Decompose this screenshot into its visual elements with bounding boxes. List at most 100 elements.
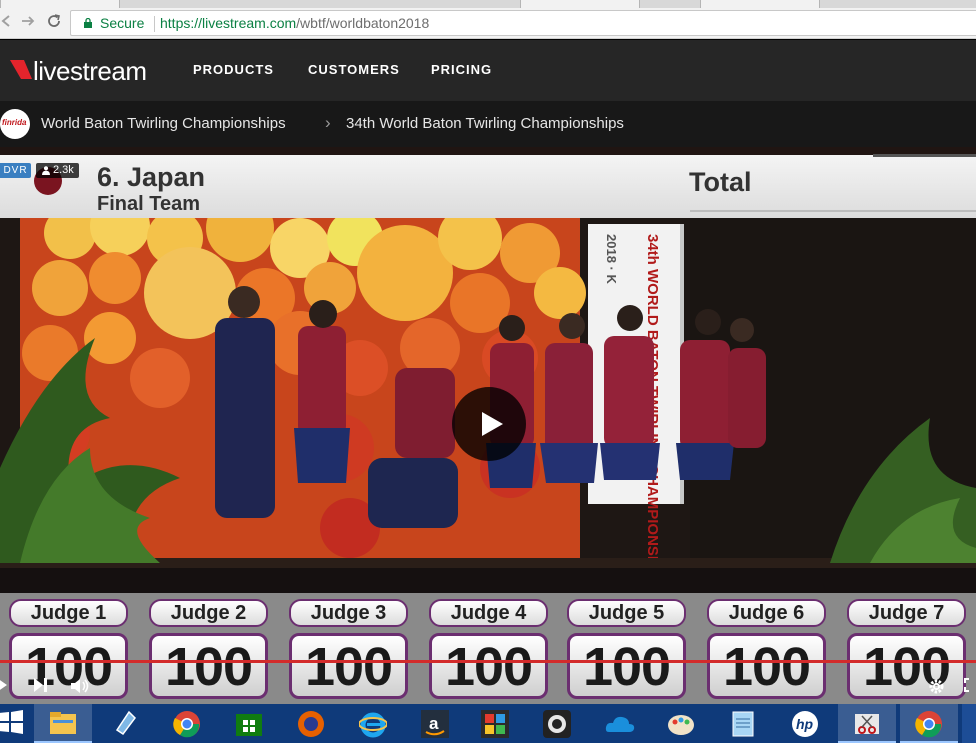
taskbar-paint[interactable] — [652, 704, 710, 743]
dvr-badge: DVR — [0, 163, 31, 178]
judge-label: Judge 5 — [567, 599, 686, 627]
settings-gear-icon[interactable] — [928, 678, 945, 695]
taskbar-overflow[interactable] — [962, 704, 976, 743]
omnibox-divider — [154, 16, 155, 32]
team-name: 6. Japan — [97, 162, 206, 192]
judge-scores-panel: Judge 1 100 Judge 2 100 Judge 3 100 Judg… — [0, 593, 976, 704]
volume-icon[interactable] — [71, 678, 91, 694]
internet-explorer-icon — [359, 712, 387, 738]
taskbar-camera-app[interactable] — [528, 704, 586, 743]
forward-button[interactable] — [17, 12, 39, 34]
person-icon — [42, 166, 50, 175]
video-player[interactable]: 6. Japan Final Team Total DVR 2.3k 34th … — [0, 147, 976, 704]
browser-tab[interactable] — [520, 0, 640, 8]
judge-score: 100 — [567, 633, 686, 699]
store-icon — [236, 714, 262, 736]
snipping-tool-icon — [855, 714, 879, 734]
taskbar-notepad[interactable] — [714, 704, 772, 743]
url-path: /wbtf/worldbaton2018 — [296, 15, 430, 31]
paint-icon — [668, 715, 694, 735]
windows-taskbar: a hp — [0, 704, 976, 743]
judge-score: 100 — [149, 633, 268, 699]
video-progress-bar[interactable] — [0, 660, 976, 663]
nav-customers[interactable]: CUSTOMERS — [308, 62, 400, 77]
hp-icon: hp — [792, 711, 818, 737]
total-underline — [690, 210, 976, 212]
judge-score: 100 — [289, 633, 408, 699]
browser-tab[interactable] — [0, 0, 120, 8]
chrome-active-icon — [915, 711, 942, 738]
fullscreen-icon[interactable] — [964, 678, 976, 692]
judge-score: 100 — [429, 633, 548, 699]
nav-pricing[interactable]: PRICING — [431, 62, 492, 77]
app-store-icon — [115, 710, 136, 736]
puzzle-app-icon — [481, 710, 509, 738]
account-avatar[interactable]: finrida — [0, 109, 30, 139]
chrome-icon — [173, 711, 200, 738]
livestream-logo-mark-icon — [10, 60, 32, 79]
reload-button[interactable] — [43, 12, 65, 34]
back-button[interactable] — [0, 12, 18, 34]
onedrive-icon — [605, 716, 635, 732]
file-explorer-icon — [50, 712, 76, 734]
taskbar-onedrive[interactable] — [590, 704, 648, 743]
play-icon — [482, 412, 503, 436]
viewer-count-badge: 2.3k — [36, 163, 79, 178]
taskbar-chrome[interactable] — [158, 704, 216, 743]
skip-forward-icon[interactable] — [34, 678, 48, 692]
banner-side-text: 2018 · K — [604, 234, 619, 284]
breadcrumb-event[interactable]: 34th World Baton Twirling Championships — [346, 115, 624, 132]
taskbar-puzzle-app[interactable] — [466, 704, 524, 743]
judge-score: 100 — [847, 633, 966, 699]
breadcrumb-account[interactable]: World Baton Twirling Championships — [41, 115, 286, 132]
svg-text:hp: hp — [796, 716, 814, 732]
back-arrow-icon — [1, 15, 10, 27]
avatar-text: finrida — [2, 118, 27, 127]
address-bar: Secure https://livestream.com/wbtf/world… — [0, 8, 976, 39]
judge-label: Judge 2 — [149, 599, 268, 627]
breadcrumb: finrida World Baton Twirling Championshi… — [0, 101, 976, 147]
play-small-icon[interactable] — [0, 678, 7, 692]
site-header: livestream PRODUCTS CUSTOMERS PRICING — [0, 40, 976, 101]
start-icon — [0, 710, 23, 734]
viewer-count: 2.3k — [53, 164, 74, 176]
graphic-edge — [873, 154, 976, 157]
browser-tab[interactable] — [700, 0, 820, 8]
nav-products[interactable]: PRODUCTS — [193, 62, 274, 77]
taskbar-hp[interactable]: hp — [776, 704, 834, 743]
camera-app-icon — [543, 710, 571, 738]
taskbar-snipping-tool[interactable] — [838, 704, 896, 743]
notepad-icon — [732, 711, 754, 737]
judge-label: Judge 6 — [707, 599, 826, 627]
taskbar-internet-explorer[interactable] — [344, 704, 402, 743]
taskbar-file-explorer[interactable] — [34, 704, 92, 743]
logo-text: livestream — [33, 56, 147, 86]
lock-icon — [84, 18, 92, 28]
forward-arrow-icon — [22, 16, 35, 26]
judge-label: Judge 1 — [9, 599, 128, 627]
url-text: https://livestream.com/wbtf/worldbaton20… — [160, 15, 429, 31]
judge-score: 100 — [9, 633, 128, 699]
judge-score: 100 — [707, 633, 826, 699]
reload-icon — [48, 14, 60, 27]
url-input[interactable]: Secure https://livestream.com/wbtf/world… — [70, 10, 976, 36]
secure-label: Secure — [100, 15, 145, 31]
browser-tab-strip — [0, 0, 976, 8]
taskbar-chrome-active[interactable] — [900, 704, 958, 743]
judge-label: Judge 7 — [847, 599, 966, 627]
url-host: https://livestream.com — [160, 15, 297, 31]
taskbar-app-store[interactable] — [96, 704, 154, 743]
chevron-right-icon: › — [325, 113, 331, 132]
team-category: Final Team — [97, 193, 200, 215]
taskbar-store[interactable] — [220, 704, 278, 743]
play-button[interactable] — [452, 387, 526, 461]
svg-text:a: a — [429, 714, 439, 733]
amazon-icon: a — [421, 710, 449, 738]
firefox-icon — [298, 711, 324, 737]
taskbar-firefox[interactable] — [282, 704, 340, 743]
broadcast-header-graphic: 6. Japan Final Team Total — [0, 154, 976, 218]
judge-label: Judge 4 — [429, 599, 548, 627]
judge-label: Judge 3 — [289, 599, 408, 627]
total-label: Total — [689, 167, 752, 197]
taskbar-amazon[interactable]: a — [406, 704, 464, 743]
